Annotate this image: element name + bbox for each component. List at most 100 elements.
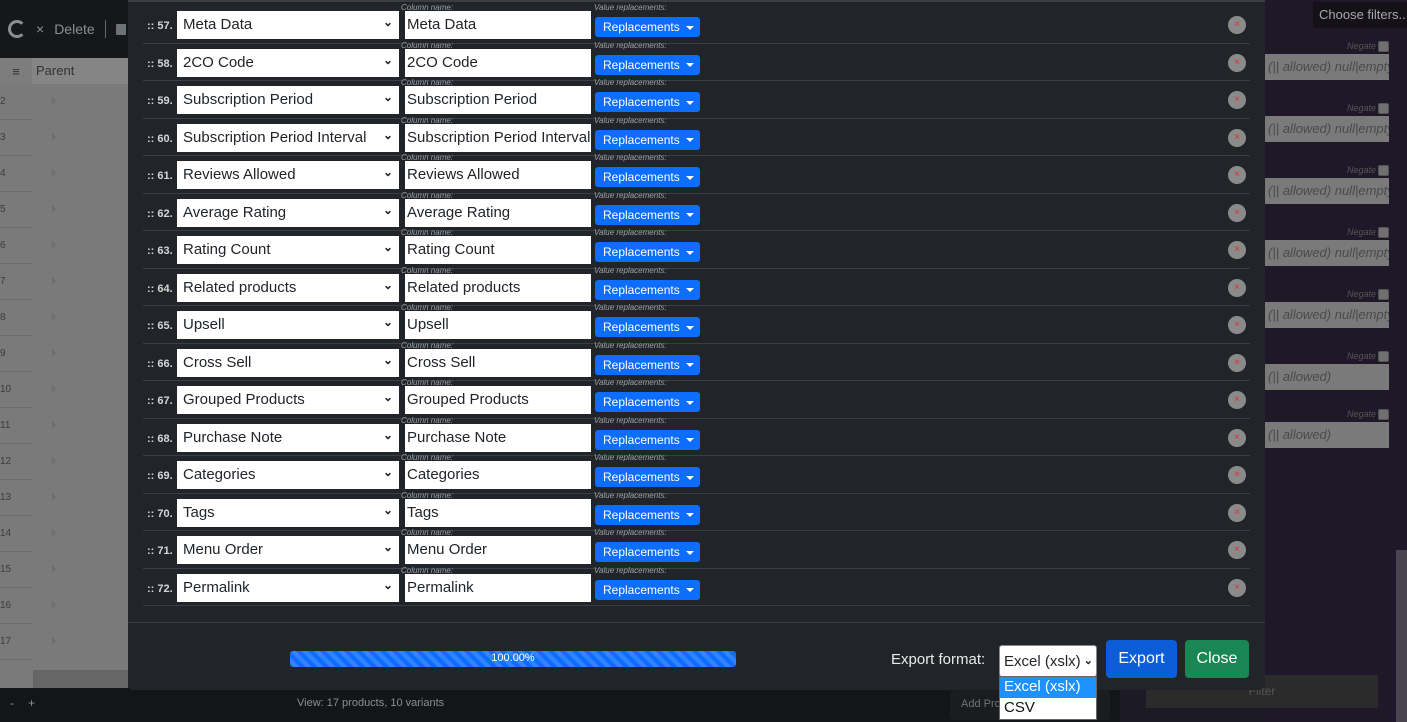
column-name-input[interactable]: Permalink <box>405 573 591 602</box>
negate-checkbox[interactable] <box>1378 409 1389 421</box>
negate-toggle[interactable]: Negate <box>1347 409 1389 421</box>
grid-row[interactable]: 10 <box>0 372 128 408</box>
column-name-input[interactable]: Related products <box>405 273 591 302</box>
drag-handle-index[interactable]: :: 57. <box>147 20 173 32</box>
field-select[interactable]: Subscription Period ⌄ <box>177 86 399 114</box>
expand-arrow-icon[interactable] <box>52 97 56 105</box>
column-menu-icon[interactable]: ≡ <box>0 64 32 79</box>
negate-toggle[interactable]: Negate <box>1347 351 1389 363</box>
zoom-controls[interactable]: -+ <box>10 696 49 710</box>
field-select[interactable]: Average Rating ⌄ <box>177 198 399 227</box>
grid-row[interactable]: 15 <box>0 552 128 588</box>
replacements-dropdown-button[interactable]: Replacements <box>595 129 700 150</box>
column-name-input[interactable]: 2CO Code <box>405 48 591 77</box>
refresh-icon[interactable] <box>8 20 26 38</box>
export-format-option-excel[interactable]: Excel (xslx) <box>1000 677 1096 698</box>
grid-row[interactable]: 7 <box>0 264 128 300</box>
grid-row[interactable]: 16 <box>0 588 128 624</box>
replacements-dropdown-button[interactable]: Replacements <box>595 392 700 412</box>
column-name-input[interactable]: Grouped Products <box>405 386 591 414</box>
grid-row[interactable]: 17 <box>0 624 128 660</box>
drag-handle-index[interactable]: :: 67. <box>147 395 173 407</box>
remove-column-button[interactable]: × <box>1228 391 1246 409</box>
export-format-select[interactable]: Excel (xslx) ⌄ <box>999 645 1097 677</box>
replacements-dropdown-button[interactable]: Replacements <box>595 167 700 187</box>
filter-input[interactable]: (|| allowed) null|empty <box>1265 116 1389 142</box>
replacements-dropdown-button[interactable]: Replacements <box>595 579 700 600</box>
negate-checkbox[interactable] <box>1378 41 1389 53</box>
replacements-dropdown-button[interactable]: Replacements <box>595 54 700 75</box>
negate-toggle[interactable]: Negate <box>1347 165 1389 177</box>
remove-column-button[interactable]: × <box>1228 466 1246 484</box>
export-format-option-csv[interactable]: CSV <box>1000 698 1096 719</box>
drag-handle-index[interactable]: :: 66. <box>147 358 173 370</box>
expand-arrow-icon[interactable] <box>52 457 56 465</box>
drag-handle-index[interactable]: :: 60. <box>147 133 173 145</box>
field-select[interactable]: Tags ⌄ <box>177 498 399 527</box>
negate-toggle[interactable]: Negate <box>1347 41 1389 53</box>
remove-column-button[interactable]: × <box>1228 353 1246 372</box>
replacements-dropdown-button[interactable]: Replacements <box>595 542 700 562</box>
grid-row[interactable]: 9 <box>0 336 128 372</box>
expand-arrow-icon[interactable] <box>52 277 56 285</box>
field-select[interactable]: Upsell ⌄ <box>177 311 399 339</box>
column-name-input[interactable]: Average Rating <box>405 198 591 227</box>
filter-input[interactable]: (|| allowed) null|empty <box>1265 240 1389 266</box>
grid-row[interactable]: 4 <box>0 156 128 192</box>
grid-row[interactable]: 2 <box>0 84 128 120</box>
expand-arrow-icon[interactable] <box>52 601 56 609</box>
drag-handle-index[interactable]: :: 69. <box>147 470 173 482</box>
negate-checkbox[interactable] <box>1378 351 1389 363</box>
drag-handle-index[interactable]: :: 62. <box>147 208 173 220</box>
drag-handle-index[interactable]: :: 70. <box>147 508 173 520</box>
expand-arrow-icon[interactable] <box>52 205 56 213</box>
replacements-dropdown-button[interactable]: Replacements <box>595 504 700 525</box>
remove-column-button[interactable]: × <box>1228 503 1246 522</box>
column-name-input[interactable]: Rating Count <box>405 236 591 264</box>
replacements-dropdown-button[interactable]: Replacements <box>595 354 700 375</box>
column-header-parent[interactable]: Parent <box>32 58 128 84</box>
negate-checkbox[interactable] <box>1378 165 1389 177</box>
remove-column-button[interactable]: × <box>1228 278 1246 297</box>
grid-row[interactable]: 8 <box>0 300 128 336</box>
field-select[interactable]: Categories ⌄ <box>177 461 399 489</box>
choose-filters-select[interactable]: Choose filters... <box>1313 2 1407 28</box>
field-select[interactable]: 2CO Code ⌄ <box>177 48 399 77</box>
expand-arrow-icon[interactable] <box>52 349 56 357</box>
negate-checkbox[interactable] <box>1378 103 1389 115</box>
close-icon[interactable]: × <box>36 21 44 37</box>
column-name-input[interactable]: Categories <box>405 461 591 489</box>
expand-arrow-icon[interactable] <box>52 241 56 249</box>
grid-row[interactable]: 5 <box>0 192 128 228</box>
export-button[interactable]: Export <box>1106 640 1177 678</box>
column-name-input[interactable]: Reviews Allowed <box>405 161 591 189</box>
negate-toggle[interactable]: Negate <box>1347 289 1389 301</box>
field-select[interactable]: Related products ⌄ <box>177 273 399 302</box>
field-select[interactable]: Permalink ⌄ <box>177 573 399 602</box>
remove-column-button[interactable]: × <box>1228 53 1246 72</box>
column-name-input[interactable]: Menu Order <box>405 536 591 564</box>
expand-arrow-icon[interactable] <box>52 385 56 393</box>
grid-row[interactable]: 12 <box>0 444 128 480</box>
filter-panel-scrollbar[interactable] <box>1396 550 1407 722</box>
drag-handle-index[interactable]: :: 61. <box>147 170 173 182</box>
filter-input[interactable]: (|| allowed) null|empty <box>1265 54 1389 80</box>
grid-row[interactable]: 14 <box>0 516 128 552</box>
drag-handle-index[interactable]: :: 58. <box>147 58 173 70</box>
column-name-input[interactable]: Subscription Period Interval <box>405 123 591 152</box>
grid-row[interactable]: 3 <box>0 120 128 156</box>
zoom-in-button[interactable]: + <box>28 696 49 710</box>
negate-toggle[interactable]: Negate <box>1347 227 1389 239</box>
column-name-input[interactable]: Meta Data <box>405 11 591 39</box>
drag-handle-index[interactable]: :: 64. <box>147 283 173 295</box>
replacements-dropdown-button[interactable]: Replacements <box>595 204 700 225</box>
expand-arrow-icon[interactable] <box>52 313 56 321</box>
negate-checkbox[interactable] <box>1378 227 1389 239</box>
field-select[interactable]: Grouped Products ⌄ <box>177 386 399 414</box>
expand-arrow-icon[interactable] <box>52 421 56 429</box>
delete-button[interactable]: Delete <box>54 21 94 37</box>
expand-arrow-icon[interactable] <box>52 529 56 537</box>
remove-column-button[interactable]: × <box>1228 166 1246 184</box>
close-button[interactable]: Close <box>1185 640 1249 678</box>
expand-arrow-icon[interactable] <box>52 565 56 573</box>
